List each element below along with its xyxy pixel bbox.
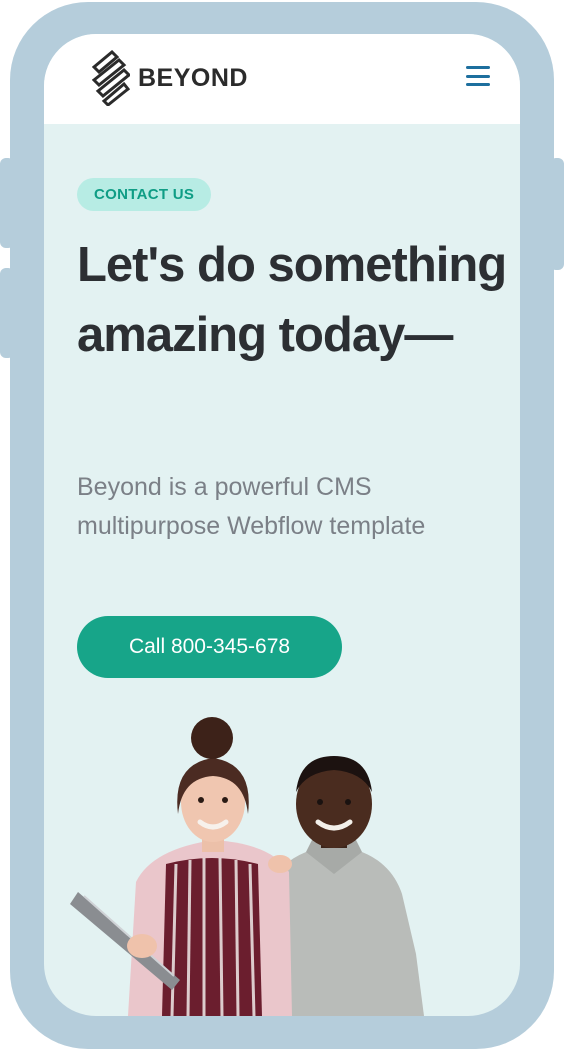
menu-line bbox=[466, 83, 490, 86]
brand-name: BEYOND bbox=[138, 63, 248, 92]
menu-line bbox=[466, 66, 490, 69]
phone-side-button-left-top bbox=[0, 158, 14, 248]
woman-figure bbox=[70, 717, 292, 1016]
hamburger-menu-icon[interactable] bbox=[466, 66, 490, 86]
navbar: BEYOND bbox=[44, 34, 520, 124]
brand-logo[interactable]: BEYOND bbox=[92, 50, 248, 106]
call-phone-button[interactable]: Call 800-345-678 bbox=[77, 616, 342, 678]
brand-mark-icon bbox=[92, 50, 130, 106]
hero-subtitle: Beyond is a powerful CMS multipurpose We… bbox=[77, 473, 426, 540]
phone-screen: BEYOND CONTACT US Let's do something ama… bbox=[44, 34, 520, 1016]
hero-headline: Let's do something amazing today— bbox=[77, 238, 507, 362]
phone-side-button-right bbox=[550, 158, 564, 270]
menu-line bbox=[466, 74, 490, 78]
contact-us-badge: CONTACT US bbox=[77, 178, 212, 211]
phone-side-button-left-bottom bbox=[0, 268, 14, 358]
hero-people-photo bbox=[70, 717, 424, 1016]
